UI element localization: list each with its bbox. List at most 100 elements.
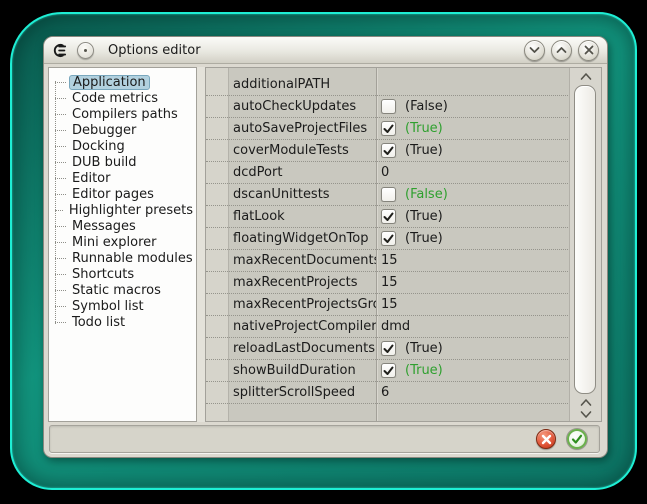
property-name[interactable]: autoSaveProjectFiles	[229, 121, 376, 136]
property-name[interactable]: reloadLastDocuments	[229, 341, 376, 356]
sidebar-item-debugger[interactable]: Debugger	[49, 122, 196, 138]
tree-stub-icon	[55, 258, 66, 259]
sidebar-item-mini-explorer[interactable]: Mini explorer	[49, 234, 196, 250]
property-name[interactable]: splitterScrollSpeed	[229, 385, 376, 400]
tree-stub-icon	[55, 290, 66, 291]
table-row[interactable]: nativeProjectCompiler dmd	[206, 316, 570, 338]
cross-icon	[541, 434, 552, 445]
property-name[interactable]: floatingWidgetOnTop	[229, 231, 376, 246]
scroll-down-button[interactable]	[570, 410, 601, 419]
scroll-up-button[interactable]	[570, 72, 601, 81]
property-value[interactable]: 15	[381, 253, 398, 268]
table-row[interactable]: autoCheckUpdates (False)	[206, 96, 570, 118]
scroll-up-button-bottom[interactable]	[570, 398, 601, 407]
category-tree: Application Code metrics Compilers paths…	[49, 68, 196, 330]
property-name[interactable]: nativeProjectCompiler	[229, 319, 376, 334]
property-name[interactable]: dcdPort	[229, 165, 376, 180]
tree-stub-icon	[55, 114, 66, 115]
table-row[interactable]: autoSaveProjectFiles (True)	[206, 118, 570, 140]
tree-stub-icon	[55, 178, 66, 179]
sidebar-item-editor-pages[interactable]: Editor pages	[49, 186, 196, 202]
accept-button[interactable]	[567, 429, 587, 449]
cancel-button[interactable]	[536, 429, 556, 449]
tree-stub-icon	[55, 210, 63, 211]
property-name[interactable]: additionalPATH	[229, 77, 376, 92]
property-name[interactable]: autoCheckUpdates	[229, 99, 376, 114]
vertical-scrollbar[interactable]	[569, 68, 601, 421]
tree-stub-icon	[55, 242, 66, 243]
chevron-down-icon	[580, 410, 592, 419]
close-icon	[584, 45, 594, 55]
property-name[interactable]: maxRecentDocuments	[229, 253, 376, 268]
checkbox[interactable]	[381, 143, 396, 158]
sidebar-item-runnable-modules[interactable]: Runnable modules	[49, 250, 196, 266]
property-value[interactable]: 15	[381, 297, 398, 312]
property-value: (True)	[405, 209, 443, 224]
property-name[interactable]: dscanUnittests	[229, 187, 376, 202]
check-icon	[383, 124, 394, 134]
titlebar[interactable]: Options editor	[44, 37, 607, 64]
checkbox[interactable]	[381, 187, 396, 202]
table-row[interactable]: additionalPATH	[206, 74, 570, 96]
sidebar-item-application[interactable]: Application	[49, 74, 196, 90]
property-value[interactable]: 15	[381, 275, 398, 290]
property-value[interactable]: dmd	[381, 319, 410, 334]
chevron-up-icon	[580, 72, 592, 81]
sidebar-item-docking[interactable]: Docking	[49, 138, 196, 154]
table-row[interactable]: maxRecentDocuments 15	[206, 250, 570, 272]
sidebar-item-compilers-paths[interactable]: Compilers paths	[49, 106, 196, 122]
sidebar-item-editor[interactable]: Editor	[49, 170, 196, 186]
window-menu-button[interactable]	[77, 42, 94, 59]
dot-icon	[84, 49, 87, 52]
property-value: (True)	[405, 363, 443, 378]
property-value: (False)	[405, 187, 448, 202]
sidebar-item-shortcuts[interactable]: Shortcuts	[49, 266, 196, 282]
property-value: (True)	[405, 231, 443, 246]
tree-stub-icon	[55, 130, 66, 131]
table-row[interactable]: reloadLastDocuments (True)	[206, 338, 570, 360]
roll-down-button[interactable]	[524, 40, 545, 61]
sidebar-item-dub-build[interactable]: DUB build	[49, 154, 196, 170]
chevron-up-icon	[556, 46, 567, 54]
property-name[interactable]: maxRecentProjects	[229, 275, 376, 290]
sidebar-item-todo-list[interactable]: Todo list	[49, 314, 196, 330]
property-name[interactable]: showBuildDuration	[229, 363, 376, 378]
property-value[interactable]: 0	[381, 165, 389, 180]
checkbox[interactable]	[381, 341, 396, 356]
table-row[interactable]: coverModuleTests (True)	[206, 140, 570, 162]
tree-stub-icon	[55, 98, 66, 99]
tree-stub-icon	[55, 306, 66, 307]
sidebar-item-code-metrics[interactable]: Code metrics	[49, 90, 196, 106]
table-row[interactable]: maxRecentProjects 15	[206, 272, 570, 294]
checkbox[interactable]	[381, 99, 396, 114]
screenshot-root: Options editor Application Code metrics …	[0, 0, 647, 504]
table-row[interactable]: maxRecentProjectsGrou 15	[206, 294, 570, 316]
property-name[interactable]: coverModuleTests	[229, 143, 376, 158]
close-button[interactable]	[578, 40, 599, 61]
sidebar-item-highlighter-presets[interactable]: Highlighter presets	[49, 202, 196, 218]
table-row[interactable]: flatLook (True)	[206, 206, 570, 228]
table-row[interactable]: floatingWidgetOnTop (True)	[206, 228, 570, 250]
roll-up-button[interactable]	[551, 40, 572, 61]
sidebar-item-static-macros[interactable]: Static macros	[49, 282, 196, 298]
property-name[interactable]: flatLook	[229, 209, 376, 224]
checkbox[interactable]	[381, 121, 396, 136]
sidebar-item-messages[interactable]: Messages	[49, 218, 196, 234]
checkbox[interactable]	[381, 209, 396, 224]
table-row[interactable]: showBuildDuration (True)	[206, 360, 570, 382]
scrollbar-thumb[interactable]	[574, 85, 596, 394]
property-value[interactable]: 6	[381, 385, 389, 400]
tree-stub-icon	[55, 146, 66, 147]
table-row[interactable]: dcdPort 0	[206, 162, 570, 184]
sidebar-item-symbol-list[interactable]: Symbol list	[49, 298, 196, 314]
check-icon	[383, 146, 394, 156]
sidebar-splitter[interactable]	[197, 67, 205, 422]
checkbox[interactable]	[381, 363, 396, 378]
property-value: (True)	[405, 341, 443, 356]
tree-stub-icon	[55, 194, 66, 195]
property-name[interactable]: maxRecentProjectsGrou	[229, 297, 376, 312]
check-icon	[383, 344, 394, 354]
table-row[interactable]: splitterScrollSpeed 6	[206, 382, 570, 404]
checkbox[interactable]	[381, 231, 396, 246]
table-row[interactable]: dscanUnittests (False)	[206, 184, 570, 206]
